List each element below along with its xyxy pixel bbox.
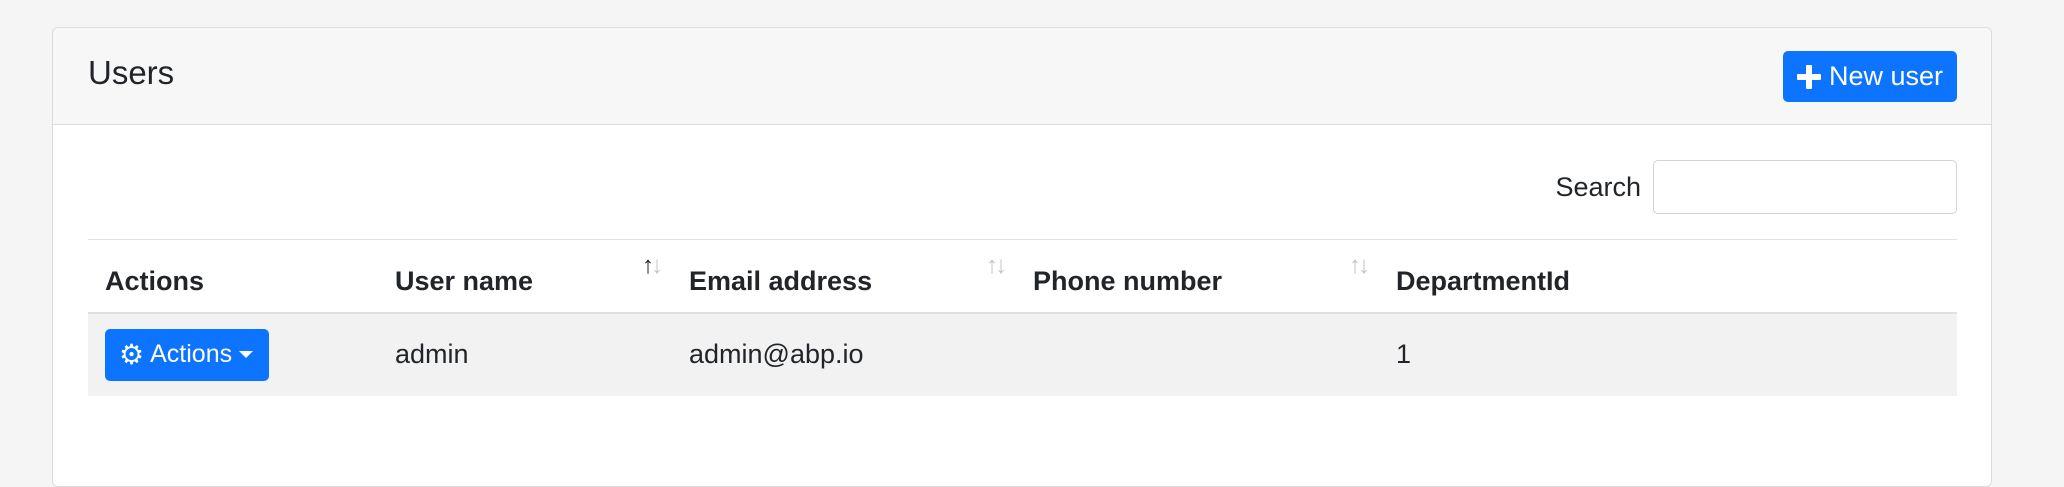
search-input[interactable]: [1653, 160, 1957, 214]
search-label: Search: [1555, 171, 1641, 202]
sort-icon[interactable]: ↑↓: [1349, 252, 1370, 280]
sort-ascending-icon[interactable]: ↑↓: [642, 252, 663, 280]
table-header-row: Actions User name ↑↓ Email address ↑↓ Ph…: [88, 239, 1957, 314]
new-user-label: New user: [1828, 61, 1943, 91]
card-header: Users New user: [53, 28, 1991, 125]
column-header-label: Email address: [689, 266, 873, 297]
column-header-label: Phone number: [1033, 266, 1223, 297]
table-cell-user-name: admin: [378, 312, 672, 396]
column-header-actions: Actions: [88, 239, 378, 314]
column-header-email[interactable]: Email address ↑↓: [672, 239, 1016, 314]
table-row: ⚙ Actions admin admin@abp.io 1: [88, 312, 1957, 396]
actions-dropdown-button[interactable]: ⚙ Actions: [105, 328, 270, 381]
column-header-user-name[interactable]: User name ↑↓: [378, 239, 672, 314]
table-cell-actions: ⚙ Actions: [88, 312, 378, 396]
table-cell-department-id: 1: [1379, 312, 1957, 396]
search-row: Search: [1555, 160, 1957, 214]
sort-icon[interactable]: ↑↓: [986, 252, 1007, 280]
plus-icon: [1796, 64, 1821, 89]
page-title: Users: [88, 54, 175, 91]
column-header-label: DepartmentId: [1396, 266, 1571, 297]
gear-icon: ⚙: [119, 338, 145, 370]
actions-button-label: Actions: [150, 340, 233, 368]
caret-down-icon: [239, 351, 254, 358]
users-card: Users New user Search Actions User name …: [52, 27, 1992, 487]
new-user-button[interactable]: New user: [1782, 51, 1957, 102]
column-header-label: User name: [395, 266, 534, 297]
column-header-label: Actions: [105, 266, 205, 297]
column-header-phone[interactable]: Phone number ↑↓: [1016, 239, 1379, 314]
table-cell-email: admin@abp.io: [672, 312, 1016, 396]
table-cell-phone: [1016, 312, 1379, 396]
users-table: Actions User name ↑↓ Email address ↑↓ Ph…: [88, 239, 1957, 396]
column-header-department-id: DepartmentId: [1379, 239, 1957, 314]
